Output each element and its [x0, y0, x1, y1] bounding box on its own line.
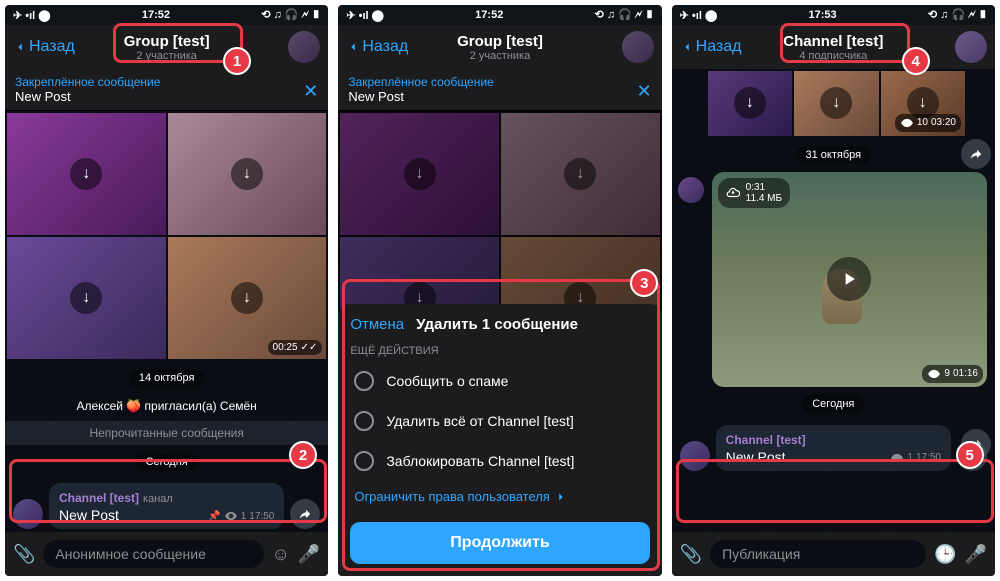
download-icon[interactable]: ↓ — [231, 158, 263, 190]
radio-icon — [354, 451, 374, 471]
message-input[interactable]: Публикация — [710, 540, 926, 568]
back-button[interactable]: Назад — [680, 38, 742, 56]
chat-content[interactable]: ↓ ↓ ↓ ↓ 00:25 ✓✓ 14 октября Алексей 🍑 пр… — [5, 111, 328, 574]
message-row[interactable]: Channel [test] New Post 1 17:50 — [672, 421, 995, 475]
video-timestamp: 9 01:16 — [922, 365, 983, 383]
media-album[interactable]: ↓ ↓ ↓ 10 03:20 — [706, 69, 967, 138]
attach-icon[interactable]: 📎 — [13, 544, 35, 565]
header-title-area[interactable]: Group [test] 2 участника — [124, 33, 210, 62]
download-icon[interactable]: ↓ — [734, 87, 766, 119]
eye-icon — [927, 367, 941, 381]
status-bar: ✈ •ıl ⬤ 17:53 ⟲ ♫ 🎧 🗲 ▮ — [672, 5, 995, 25]
date-separator: 14 октября — [129, 369, 205, 387]
chevron-left-icon — [346, 40, 360, 54]
callout-badge-4: 4 — [902, 47, 930, 75]
message-input-bar: 📎 Анонимное сообщение ☺ 🎤 — [5, 532, 328, 576]
forward-icon — [298, 507, 312, 521]
sender-avatar[interactable] — [13, 499, 43, 529]
download-icon[interactable]: ↓ — [70, 158, 102, 190]
play-button[interactable] — [827, 257, 871, 301]
back-button[interactable]: Назад — [13, 38, 75, 56]
download-icon[interactable]: ↓ — [70, 282, 102, 314]
chat-avatar[interactable] — [288, 31, 320, 63]
screenshot-3: ✈ •ıl ⬤ 17:53 ⟲ ♫ 🎧 🗲 ▮ Назад Channel [t… — [672, 5, 995, 576]
callout-badge-2: 2 — [289, 441, 317, 469]
video-message[interactable]: 0:3111.4 МБ 9 01:16 — [712, 172, 987, 387]
restrict-rights-link[interactable]: Ограничить права пользователя — [350, 481, 649, 512]
video-info: 0:3111.4 МБ — [718, 178, 790, 208]
system-message: Алексей 🍑 пригласил(а) Семён — [5, 395, 328, 417]
chat-avatar[interactable] — [955, 31, 987, 63]
unread-divider: Непрочитанные сообщения — [5, 421, 328, 445]
date-separator: Сегодня — [802, 395, 864, 413]
schedule-icon[interactable]: 🕒 — [934, 544, 956, 565]
chat-avatar[interactable] — [622, 31, 654, 63]
chat-header[interactable]: Назад Group [test] 2 участника — [338, 25, 661, 69]
chat-header[interactable]: Назад Group [test] 2 участника — [5, 25, 328, 69]
download-icon[interactable]: ↓ — [820, 87, 852, 119]
message-input-bar: 📎 Публикация 🕒 🎤 — [672, 532, 995, 576]
close-icon[interactable]: ✕ — [303, 81, 318, 102]
screenshot-1: ✈ •ıl ⬤ 17:52 ⟲ ♫ 🎧 🗲 ▮ Назад Group [tes… — [5, 5, 328, 576]
sender-avatar[interactable] — [680, 441, 710, 471]
date-separator: 31 октября — [796, 146, 872, 164]
attach-icon[interactable]: 📎 — [680, 544, 702, 565]
message-input[interactable]: Анонимное сообщение — [43, 540, 263, 568]
option-delete-all[interactable]: Удалить всё от Channel [test] — [350, 401, 649, 441]
chevron-left-icon — [680, 40, 694, 54]
status-bar: ✈ •ıl ⬤ 17:52 ⟲ ♫ 🎧 🗲 ▮ — [338, 5, 661, 25]
forward-button[interactable] — [961, 139, 991, 169]
download-icon[interactable]: ↓ — [231, 282, 263, 314]
pinned-message[interactable]: Закреплённое сообщение New Post ✕ — [338, 69, 661, 111]
eye-icon — [224, 509, 238, 523]
continue-button[interactable]: Продолжить — [350, 522, 649, 564]
sheet-title: Удалить 1 сообщение — [416, 316, 578, 333]
cancel-button[interactable]: Отмена — [350, 316, 404, 333]
play-icon — [839, 269, 859, 289]
delete-action-sheet: Отмена Удалить 1 сообщение ЕЩЁ ДЕЙСТВИЯ … — [338, 304, 661, 576]
screenshot-2: ✈ •ıl ⬤ 17:52 ⟲ ♫ 🎧 🗲 ▮ Назад Group [tes… — [338, 5, 661, 576]
chat-header[interactable]: Назад Channel [test] 4 подписчика — [672, 25, 995, 69]
radio-icon — [354, 371, 374, 391]
close-icon[interactable]: ✕ — [637, 81, 652, 102]
section-label: ЕЩЁ ДЕЙСТВИЯ — [350, 345, 649, 357]
back-button[interactable]: Назад — [346, 38, 408, 56]
media-timestamp: 00:25 ✓✓ — [268, 340, 323, 355]
eye-icon — [900, 116, 914, 130]
eye-icon — [890, 451, 904, 465]
callout-badge-5: 5 — [956, 441, 984, 469]
mic-icon[interactable]: 🎤 — [965, 544, 987, 565]
chat-content[interactable]: ↓ ↓ ↓ 10 03:20 31 октября 0:3111.4 МБ 9 … — [672, 69, 995, 532]
option-report-spam[interactable]: Сообщить о спаме — [350, 361, 649, 401]
mic-icon[interactable]: 🎤 — [298, 544, 320, 565]
radio-icon — [354, 411, 374, 431]
chevron-right-icon — [554, 490, 568, 504]
media-album[interactable]: ↓ ↓ ↓ ↓ 00:25 ✓✓ — [5, 111, 328, 361]
pinned-message[interactable]: Закреплённое сообщение New Post ✕ — [5, 69, 328, 111]
date-separator: Сегодня — [136, 453, 198, 471]
forward-icon — [969, 147, 983, 161]
media-timestamp: 10 03:20 — [895, 114, 961, 132]
chevron-left-icon — [13, 40, 27, 54]
sticker-icon[interactable]: ☺ — [272, 544, 290, 565]
cloud-download-icon — [726, 186, 740, 200]
message-row[interactable]: Channel [test]канал New Post 📌 1 17:50 — [5, 479, 328, 533]
option-block[interactable]: Заблокировать Channel [test] — [350, 441, 649, 481]
status-bar: ✈ •ıl ⬤ 17:52 ⟲ ♫ 🎧 🗲 ▮ — [5, 5, 328, 25]
forward-button[interactable] — [290, 499, 320, 529]
callout-badge-1: 1 — [223, 47, 251, 75]
